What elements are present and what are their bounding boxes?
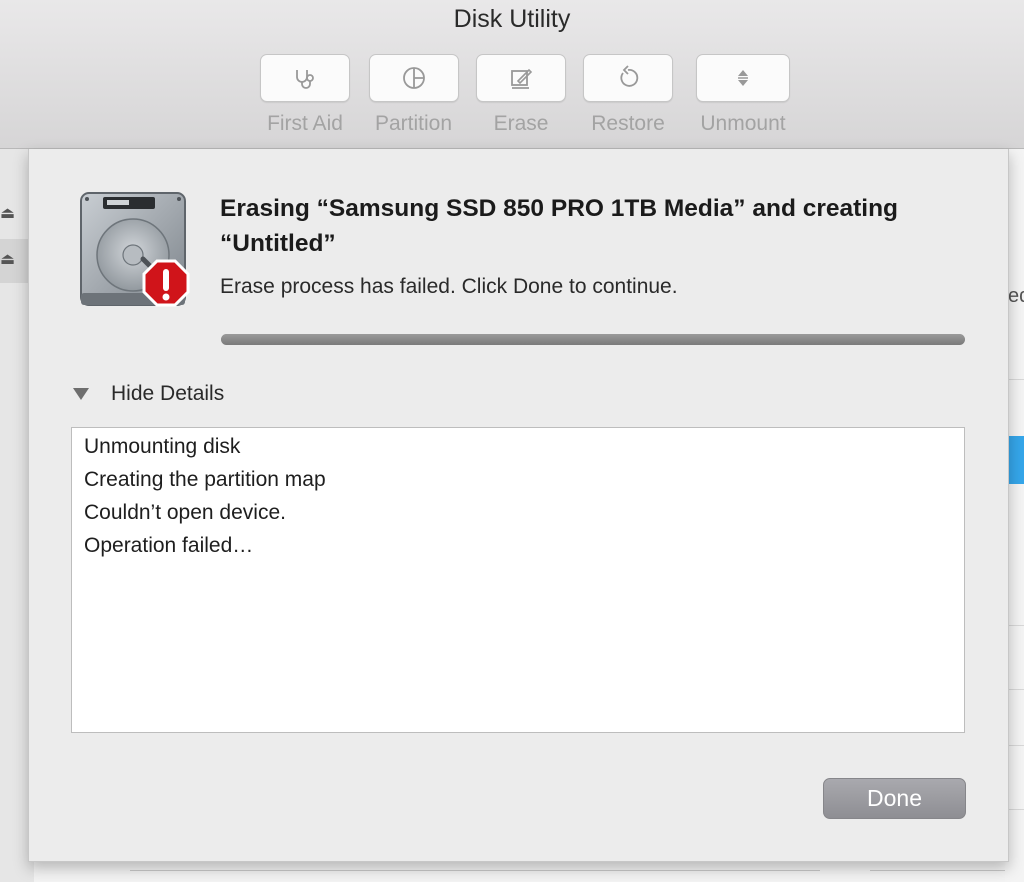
done-button[interactable]: Done <box>823 778 966 819</box>
erase-label: Erase <box>493 112 549 135</box>
eject-icon[interactable]: ⏏ <box>0 205 15 223</box>
eject-icon[interactable]: ⏏ <box>0 251 15 269</box>
hide-details-toggle[interactable]: Hide Details <box>73 382 224 406</box>
log-line: Creating the partition map <box>84 468 326 491</box>
hide-details-label: Hide Details <box>111 382 225 405</box>
stethoscope-icon <box>296 70 314 89</box>
disclosure-triangle-icon[interactable] <box>73 388 89 400</box>
partition-button[interactable]: Partition <box>368 54 459 136</box>
unmount-label: Unmount <box>700 112 786 135</box>
background-partial-text: ed <box>1008 285 1024 307</box>
toolbar: Disk Utility First Aid Partition Erase R… <box>0 0 1024 149</box>
sheet-title: Erasing “Samsung SSD 850 PRO 1TB Media” … <box>220 195 899 257</box>
log-line: Unmounting disk <box>84 435 241 458</box>
erase-icon <box>511 68 533 89</box>
first-aid-button[interactable]: First Aid <box>260 54 350 136</box>
progress-fill <box>221 334 965 345</box>
sidebar-selected-row[interactable]: ⏏ <box>0 239 28 283</box>
restore-label: Restore <box>591 112 665 135</box>
first-aid-label: First Aid <box>267 112 343 135</box>
erase-progress-sheet: Erasing “Samsung SSD 850 PRO 1TB Media” … <box>28 149 1009 862</box>
unmount-icon <box>738 70 748 86</box>
hard-disk-error-icon <box>80 192 190 307</box>
background-selected-row <box>1009 436 1024 484</box>
erase-button[interactable]: Erase <box>476 54 566 136</box>
restore-button[interactable]: Restore <box>583 54 673 136</box>
status-message: Erase process has failed. Click Done to … <box>220 275 678 298</box>
unmount-button[interactable]: Unmount <box>692 54 794 136</box>
partition-label: Partition <box>374 112 453 135</box>
log-line: Couldn’t open device. <box>84 501 286 524</box>
pie-chart-icon <box>402 67 425 89</box>
details-log[interactable]: Unmounting disk Creating the partition m… <box>71 427 965 733</box>
log-line: Operation failed… <box>84 534 254 557</box>
background-bottom <box>34 862 1005 882</box>
progress-bar <box>221 334 965 345</box>
window-title: Disk Utility <box>453 5 571 33</box>
restore-icon <box>620 65 639 87</box>
